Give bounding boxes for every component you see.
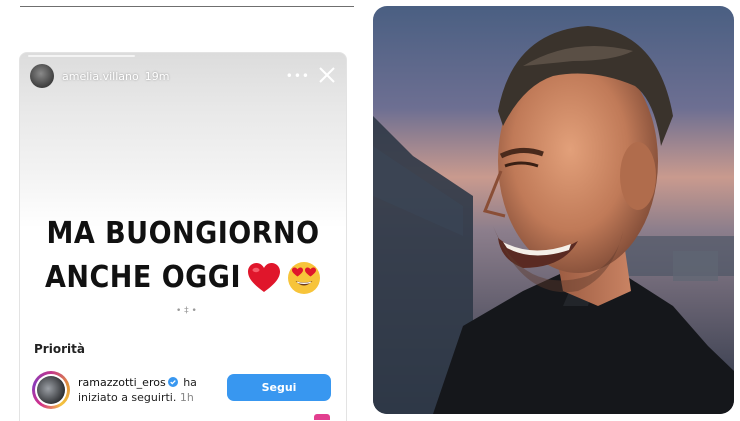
headline-line2-text: ANCHE OGGI	[45, 260, 241, 295]
story-screenshot: amelia.villano 19m ••• MA BUONGIORNO ANC…	[19, 52, 347, 421]
notification-avatar[interactable]	[32, 371, 70, 409]
heart-icon	[247, 262, 280, 292]
story-progress-bar	[28, 55, 135, 57]
headline-line1: MA BUONGIORNO	[46, 216, 320, 251]
story-header: amelia.villano 19m •••	[30, 63, 338, 89]
pink-badge	[314, 414, 330, 420]
notification-time: 1h	[179, 391, 194, 404]
portrait-photo	[373, 6, 734, 414]
follow-notification-row[interactable]: ramazzotti_eros ha iniziato a seguirti. …	[32, 371, 332, 415]
heart-eyes-icon	[287, 261, 320, 294]
section-title-priority: Priorità	[34, 342, 85, 356]
story-time: 19m	[144, 69, 170, 83]
divider-line	[20, 6, 354, 7]
notification-username[interactable]: ramazzotti_eros	[78, 376, 166, 389]
more-icon[interactable]: •••	[286, 69, 310, 83]
story-username[interactable]: amelia.villano	[62, 70, 139, 83]
headline-line2: ANCHE OGGI	[20, 260, 346, 295]
story-footer-mark: • ‡ •	[176, 306, 197, 316]
verified-icon	[167, 377, 178, 387]
notification-text: ramazzotti_eros ha iniziato a seguirti. …	[78, 375, 213, 405]
avatar[interactable]	[30, 64, 54, 88]
follow-button[interactable]: Segui	[227, 374, 331, 401]
close-icon[interactable]	[316, 64, 338, 86]
